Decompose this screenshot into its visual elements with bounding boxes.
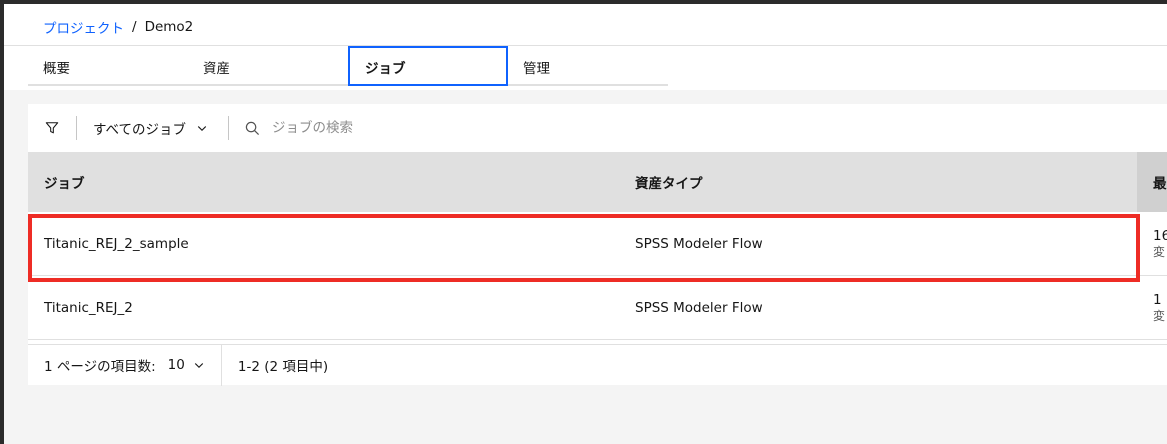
job-name-cell: Titanic_REJ_2 xyxy=(44,299,133,316)
items-per-page: 1 ページの項目数: 10 xyxy=(28,345,221,386)
last-cell-value: 1 xyxy=(1153,291,1162,308)
last-cell: 1 変 xyxy=(1137,276,1167,339)
tab-overview[interactable]: 概要 xyxy=(28,46,188,86)
tab-jobs[interactable]: ジョブ xyxy=(348,46,508,86)
filter-icon xyxy=(45,122,59,134)
items-per-page-value: 10 xyxy=(167,357,185,373)
table-row[interactable]: Titanic_REJ_2 SPSS Modeler Flow 1 変 xyxy=(28,276,1167,340)
search-icon xyxy=(245,121,260,135)
app-window: プロジェクト / Demo2 概要 資産 ジョブ 管理 すべてのジョブ ジョブの… xyxy=(4,4,1167,444)
tab-bar: 概要 資産 ジョブ 管理 xyxy=(28,46,668,86)
table-header: ジョブ 資産タイプ 最 xyxy=(28,152,1167,212)
column-header-job[interactable]: ジョブ xyxy=(44,152,85,212)
last-cell-sub: 変 xyxy=(1153,308,1166,323)
breadcrumb-current: Demo2 xyxy=(144,19,194,35)
search-box xyxy=(229,104,1167,152)
items-per-page-select[interactable]: 10 xyxy=(168,357,205,373)
table-toolbar: すべてのジョブ xyxy=(28,104,1167,152)
jobs-panel: すべてのジョブ ジョブ 資産タイプ 最 Titanic_REJ_2_sample… xyxy=(28,104,1167,386)
chevron-down-icon xyxy=(197,126,207,132)
last-cell-sub: 変 xyxy=(1153,244,1166,259)
breadcrumb-projects-link[interactable]: プロジェクト xyxy=(43,17,124,37)
last-cell-value: 16 xyxy=(1153,227,1167,244)
pagination-range: 1-2 (2 項目中) xyxy=(237,359,329,375)
items-per-page-label: 1 ページの項目数: xyxy=(44,359,156,375)
last-cell: 16 変 xyxy=(1137,212,1167,275)
asset-type-cell: SPSS Modeler Flow xyxy=(635,235,763,252)
column-header-last[interactable]: 最 xyxy=(1137,152,1167,212)
breadcrumb-separator: / xyxy=(132,19,137,35)
tab-manage[interactable]: 管理 xyxy=(508,46,668,86)
job-filter-dropdown[interactable]: すべてのジョブ xyxy=(77,104,228,152)
table-row[interactable]: Titanic_REJ_2_sample SPSS Modeler Flow 1… xyxy=(28,212,1167,276)
asset-type-cell: SPSS Modeler Flow xyxy=(635,299,763,316)
job-filter-dropdown-label: すべてのジョブ xyxy=(93,122,187,138)
search-input[interactable] xyxy=(272,120,573,136)
header: プロジェクト / Demo2 概要 資産 ジョブ 管理 xyxy=(4,4,1167,90)
pagination: 1 ページの項目数: 10 1-2 (2 項目中) xyxy=(28,344,1167,386)
column-header-asset-type[interactable]: 資産タイプ xyxy=(635,152,703,212)
job-name-cell: Titanic_REJ_2_sample xyxy=(44,235,189,252)
tab-assets[interactable]: 資産 xyxy=(188,46,348,86)
filter-button[interactable] xyxy=(28,104,76,152)
chevron-down-icon xyxy=(194,363,204,369)
breadcrumb: プロジェクト / Demo2 xyxy=(43,17,193,37)
